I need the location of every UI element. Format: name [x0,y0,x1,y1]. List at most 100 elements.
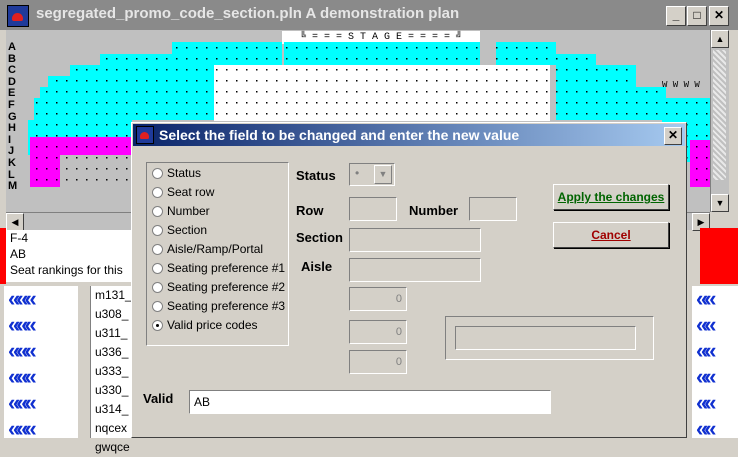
seat[interactable] [46,179,48,181]
seat[interactable] [476,69,478,71]
seat[interactable] [326,91,328,93]
seat[interactable] [226,58,228,60]
seat[interactable] [126,157,128,159]
seat[interactable] [236,69,238,71]
seat[interactable] [126,69,128,71]
aisle-field[interactable] [349,258,481,282]
seat[interactable] [426,58,428,60]
seat[interactable] [206,58,208,60]
seat[interactable] [166,58,168,60]
seat[interactable] [76,157,78,159]
seat[interactable] [86,179,88,181]
seat[interactable] [56,135,58,137]
radio-unselected-icon[interactable] [152,205,163,217]
seat[interactable] [556,80,558,82]
seat[interactable] [116,124,118,126]
radio-option[interactable]: Seating preference #1 [152,259,285,277]
seat[interactable] [516,102,518,104]
seat[interactable] [286,80,288,82]
seat[interactable] [376,69,378,71]
seat[interactable] [316,102,318,104]
seat[interactable] [96,146,98,148]
scroll-down-icon[interactable]: ▼ [711,194,729,212]
seat[interactable] [456,80,458,82]
seat[interactable] [236,80,238,82]
seat[interactable] [546,113,548,115]
seat[interactable] [426,102,428,104]
seat[interactable] [576,91,578,93]
seat[interactable] [156,58,158,60]
seat[interactable] [566,69,568,71]
radio-unselected-icon[interactable] [152,224,163,236]
seat[interactable] [546,58,548,60]
seat[interactable] [576,58,578,60]
seat[interactable] [636,91,638,93]
seat[interactable] [216,102,218,104]
seat[interactable] [126,124,128,126]
seat[interactable] [306,91,308,93]
seat[interactable] [126,58,128,60]
scroll-right-chevrons[interactable]: «« «« «« «« «« «« [692,286,738,438]
seat[interactable] [106,113,108,115]
seat[interactable] [86,91,88,93]
seat[interactable] [46,146,48,148]
seat[interactable] [476,91,478,93]
seat[interactable] [506,91,508,93]
seat[interactable] [536,58,538,60]
seat[interactable] [446,69,448,71]
seat[interactable] [236,102,238,104]
seat[interactable] [466,113,468,115]
seat[interactable] [466,58,468,60]
seat[interactable] [356,113,358,115]
seat[interactable] [156,69,158,71]
seat[interactable] [266,58,268,60]
seat[interactable] [156,102,158,104]
list-item[interactable]: u314_ [91,400,133,419]
seat[interactable] [426,113,428,115]
seat[interactable] [706,102,708,104]
seat[interactable] [106,69,108,71]
seat[interactable] [406,58,408,60]
seat[interactable] [216,69,218,71]
seat[interactable] [66,91,68,93]
list-item[interactable]: u333_ [91,362,133,381]
seat[interactable] [366,113,368,115]
double-chevron-left-icon[interactable]: «« [692,390,738,416]
seat[interactable] [666,102,668,104]
seat[interactable] [116,69,118,71]
seat[interactable] [396,80,398,82]
seat[interactable] [476,113,478,115]
seat[interactable] [396,69,398,71]
double-chevron-left-icon[interactable]: «« [692,312,738,338]
seat[interactable] [606,102,608,104]
seat[interactable] [46,113,48,115]
vertical-scrollbar[interactable]: ▲ ▼ [710,30,729,212]
seat[interactable] [446,47,448,49]
seat[interactable] [596,80,598,82]
seat[interactable] [326,102,328,104]
seat[interactable] [486,91,488,93]
seat[interactable] [346,58,348,60]
seat[interactable] [496,47,498,49]
double-chevron-left-icon[interactable]: ««« [4,390,78,416]
seat[interactable] [596,69,598,71]
seat[interactable] [346,102,348,104]
seat[interactable] [286,102,288,104]
seat[interactable] [356,80,358,82]
seat[interactable] [156,91,158,93]
seat[interactable] [246,47,248,49]
seat[interactable] [456,113,458,115]
seat[interactable] [336,113,338,115]
seat[interactable] [486,69,488,71]
seat[interactable] [406,47,408,49]
seat[interactable] [116,58,118,60]
seat[interactable] [36,135,38,137]
double-chevron-left-icon[interactable]: «« [692,338,738,364]
seat[interactable] [286,113,288,115]
seat[interactable] [436,80,438,82]
seat[interactable] [516,113,518,115]
seat[interactable] [296,102,298,104]
seat[interactable] [246,113,248,115]
seat[interactable] [566,113,568,115]
seat[interactable] [116,102,118,104]
